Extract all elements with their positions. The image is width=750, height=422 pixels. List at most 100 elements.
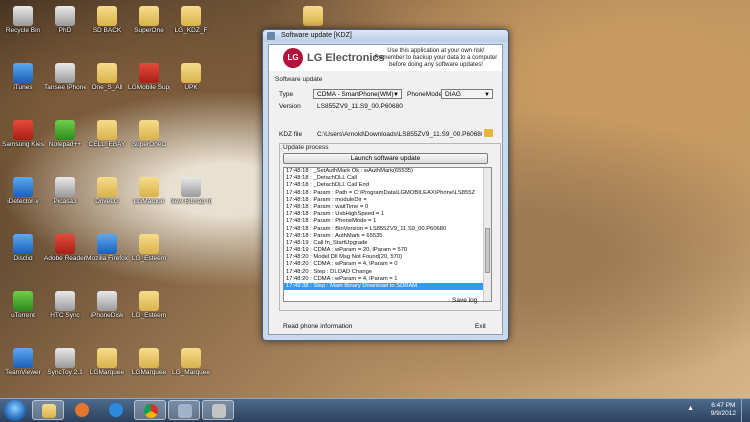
show-desktop-button[interactable]: [741, 399, 750, 422]
desktop-icon-label: PhD: [58, 27, 72, 34]
log-line[interactable]: 17:48:20 : Model Dll Msg Not Found(20, 5…: [284, 254, 491, 261]
taskbar-chrome[interactable]: [134, 400, 166, 420]
phonemode-select[interactable]: DIAG ▼: [441, 89, 493, 99]
lg-logo-icon: LG: [283, 48, 303, 68]
desktop-icon[interactable]: LG_Marquee: [170, 346, 212, 390]
desktop-icon[interactable]: Samsung Kies: [2, 118, 44, 162]
desktop-icon[interactable]: SD BACK: [86, 4, 128, 48]
desktop-icon[interactable]: New Bitmap Image: [170, 175, 212, 219]
taskbar-media-player[interactable]: [66, 400, 98, 420]
app-icon: [55, 348, 75, 368]
log-line[interactable]: 17:49:38 : Step : Main Binary Download t…: [284, 283, 491, 291]
scroll-thumb[interactable]: [485, 228, 490, 273]
desktop-icon[interactable]: SuperOneC: [128, 118, 170, 162]
desktop-icon[interactable]: LGMarquee: [86, 346, 128, 390]
log-line[interactable]: 17:48:18 : _DetachDLL Call: [284, 175, 491, 182]
desktop-icon[interactable]: LGMarquee: [128, 346, 170, 390]
type-value: CDMA - SmartPhone(WM): [317, 91, 394, 98]
phonemode-value: DIAG: [445, 91, 461, 98]
app-icon: [13, 63, 33, 83]
desktop-icon[interactable]: Mozilla Firefox: [86, 232, 128, 276]
chevron-down-icon: ▼: [393, 92, 399, 98]
folder-icon: [181, 348, 201, 368]
desktop-icon[interactable]: uTorrent: [2, 289, 44, 333]
desktop-icon[interactable]: SyncToy 2.1: [44, 346, 86, 390]
app-icon: [13, 348, 33, 368]
desktop-icon[interactable]: LG_Esteem: [128, 289, 170, 333]
desktop-icon[interactable]: Picasa3: [44, 175, 86, 219]
folder-icon: [181, 6, 201, 26]
log-line[interactable]: 17:48:18 : Param : Path = C:\ProgramData…: [284, 190, 491, 197]
save-log-button[interactable]: Save log: [452, 297, 477, 304]
desktop-icon[interactable]: Tansee iPhone Copy: [44, 61, 86, 105]
log-line[interactable]: 17:48:19 : CDMA : wParam = 20, lParam = …: [284, 247, 491, 254]
start-orb-icon[interactable]: [4, 400, 26, 421]
app-icon: [55, 6, 75, 26]
folder-icon: [139, 234, 159, 254]
desktop-icon-label: Mozilla Firefox: [86, 255, 128, 262]
desktop-icon[interactable]: LG_KDZ_F: [170, 4, 212, 48]
launch-update-button[interactable]: Launch software update: [283, 153, 488, 164]
log-line[interactable]: 17:48:18 : _SetAuthMark Ok : wAuthMark(6…: [284, 168, 491, 175]
clock-date: 9/9/2012: [710, 410, 736, 417]
desktop-icon[interactable]: Recycle Bin: [2, 4, 44, 48]
desktop-icon[interactable]: iTunes: [2, 61, 44, 105]
type-select[interactable]: CDMA - SmartPhone(WM) ▼: [313, 89, 402, 99]
desktop-icon[interactable]: CELL_EBAY: [86, 118, 128, 162]
window-title: Software update [KDZ]: [281, 32, 352, 39]
log-line[interactable]: 17:48:20 : CDMA : wParam = 4, lParam = 1: [284, 276, 491, 283]
log-line[interactable]: 17:48:18 : Param : moduleDir =: [284, 197, 491, 204]
log-line[interactable]: 17:48:18 : Param : waitTime = 0: [284, 204, 491, 211]
log-line[interactable]: 17:48:20 : Step : DLOAD Change: [284, 269, 491, 276]
desktop-icon[interactable]: Disclid: [2, 232, 44, 276]
folder-icon: [97, 348, 117, 368]
taskbar-internet-explorer[interactable]: [100, 400, 132, 420]
exit-button[interactable]: Exit: [475, 323, 486, 330]
log-line[interactable]: 17:48:18 : Param : BinVersion = LS855ZV9…: [284, 226, 491, 233]
log-line[interactable]: 17:48:18 : Param : PhoneMode = 1: [284, 218, 491, 225]
desktop-icon[interactable]: iPhoneDisk: [86, 289, 128, 333]
app-icon: [13, 177, 33, 197]
log-scrollbar[interactable]: [483, 168, 491, 301]
desktop-icon-label: New Bitmap Image: [170, 198, 212, 205]
kdz-file-path: C:\Users\Arnold\Downloads\LS855ZV9_11.S9…: [317, 131, 482, 138]
app-icon: [55, 291, 75, 311]
open-folder-icon[interactable]: [484, 129, 493, 137]
log-line[interactable]: 17:48:20 : CDMA : wParam = 4, lParam = 0: [284, 261, 491, 268]
window-titlebar[interactable]: Software update [KDZ]: [263, 30, 508, 42]
type-label: Type: [279, 91, 294, 98]
log-line[interactable]: 17:48:18 : Param : AuthMark = 65535: [284, 233, 491, 240]
taskbar-explorer[interactable]: [32, 400, 64, 420]
desktop-icon[interactable]: DriveLG: [86, 175, 128, 219]
tray-expand-icon[interactable]: ▲: [687, 405, 694, 412]
desktop-icon[interactable]: Adobe Reader X: [44, 232, 86, 276]
software-update-window: Software update [KDZ] LG LG Electronics …: [262, 29, 509, 341]
taskbar: ▲ 6:47 PM 9/9/2012: [0, 398, 750, 422]
clock-time: 6:47 PM: [711, 402, 736, 409]
desktop-icon[interactable]: TeamViewer: [2, 346, 44, 390]
read-phone-button[interactable]: Read phone information: [283, 323, 352, 330]
desktop-icon[interactable]: HTC Sync: [44, 289, 86, 333]
desktop-icon[interactable]: iDetector-v: [2, 175, 44, 219]
desktop-icon[interactable]: UPK: [170, 61, 212, 105]
app-icon: [55, 63, 75, 83]
desktop-icon[interactable]: PhD: [44, 4, 86, 48]
taskbar-software-update[interactable]: [168, 400, 200, 420]
log-line[interactable]: 17:48:18 : _DetachDLL Call End: [284, 182, 491, 189]
taskbar-photo-app[interactable]: [202, 400, 234, 420]
log-line[interactable]: 17:48:18 : Param : UsbHighSpeed = 1: [284, 211, 491, 218]
desktop-icon[interactable]: One_S_All: [86, 61, 128, 105]
desktop-icon-label: One_S_All: [91, 84, 123, 91]
desktop-icon-label: LGMobile Support Tool: [128, 84, 170, 91]
desktop-icon[interactable]: SuperOne: [128, 4, 170, 48]
clock[interactable]: 6:47 PM 9/9/2012: [711, 402, 736, 418]
desktop-icon-label: LG_Esteem: [131, 255, 167, 262]
log-line[interactable]: 17:48:19 : Call fn_StartUpgrade: [284, 240, 491, 247]
desktop-icon[interactable]: Notepad++: [44, 118, 86, 162]
desktop-icon-label: HTC Sync: [50, 312, 80, 319]
update-log-list[interactable]: 17:48:18 : _SetAuthMark Ok : wAuthMark(6…: [283, 167, 492, 302]
app-icon: [13, 234, 33, 254]
desktop-icon[interactable]: LG_Esteem: [128, 232, 170, 276]
desktop-icon[interactable]: LGMarque: [128, 175, 170, 219]
desktop-icon[interactable]: LGMobile Support Tool: [128, 61, 170, 105]
